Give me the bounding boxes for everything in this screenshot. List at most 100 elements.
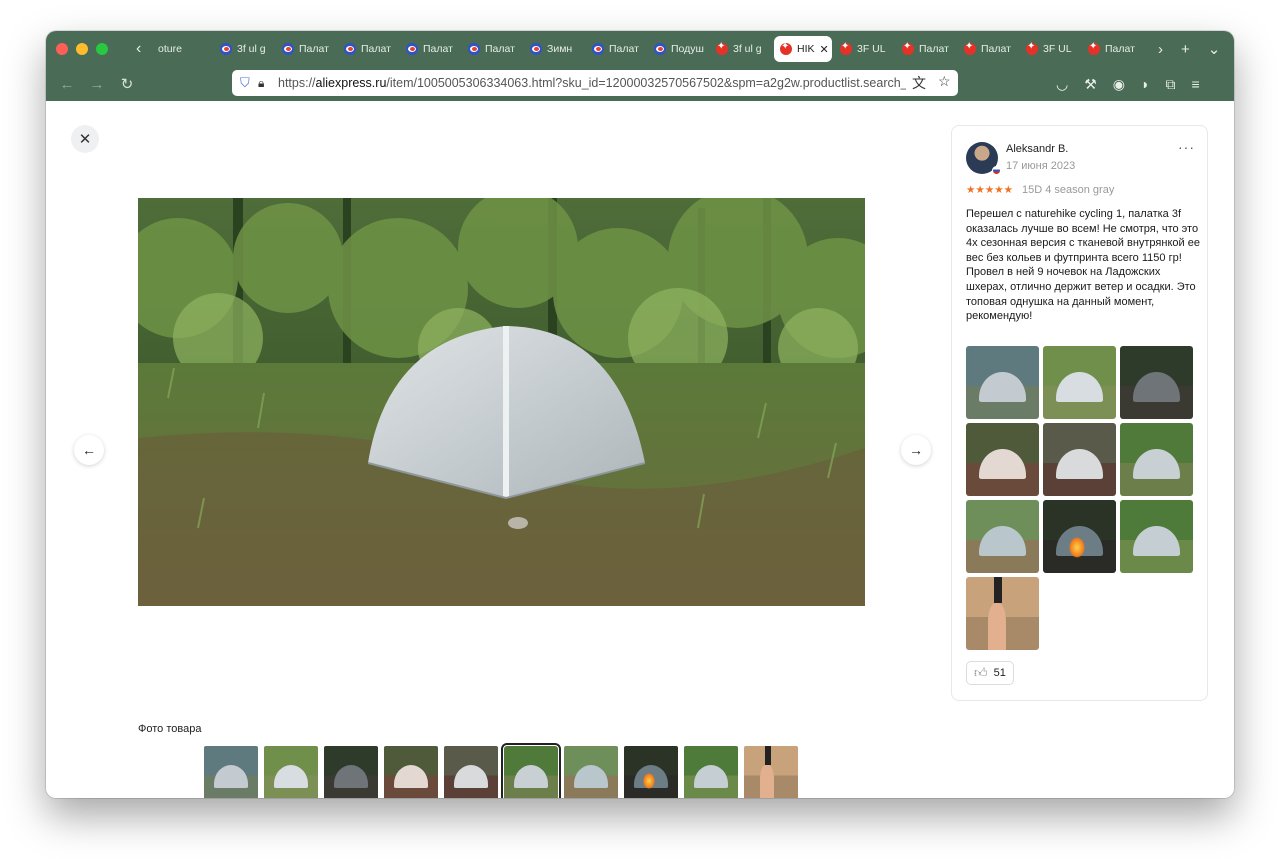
review-photo[interactable] bbox=[1043, 346, 1116, 419]
tab-3[interactable]: Палат bbox=[338, 36, 400, 62]
tab-5[interactable]: Палат bbox=[462, 36, 524, 62]
url-text[interactable]: https://aliexpress.ru/item/1005005306334… bbox=[278, 76, 906, 90]
photo-thumbnail[interactable] bbox=[684, 746, 738, 798]
aliexpress-favicon-icon bbox=[902, 41, 914, 55]
tab-7[interactable]: Палат bbox=[586, 36, 648, 62]
photo-scene bbox=[564, 746, 618, 798]
tracking-shield-icon[interactable]: ⛉ bbox=[240, 75, 258, 91]
tab-label: Палат bbox=[1105, 43, 1135, 55]
tab-6[interactable]: Зимн bbox=[524, 36, 586, 62]
review-photo[interactable] bbox=[966, 500, 1039, 573]
title-bar: ‹ oture 3f ul g Палат Палат Палат Палат Зимн Па… bbox=[46, 31, 1234, 67]
tab-label: Палат bbox=[361, 43, 391, 55]
tab-12[interactable]: Палат bbox=[896, 36, 958, 62]
review-author[interactable]: Aleksandr B. bbox=[1006, 143, 1068, 155]
photo-scene bbox=[444, 746, 498, 798]
tab-8[interactable]: Подуш bbox=[648, 36, 710, 62]
site-favicon-icon bbox=[654, 43, 666, 55]
tab-label: 3f ul g bbox=[733, 43, 762, 55]
tab-10[interactable]: HIK ✕ bbox=[774, 36, 832, 62]
pocket-icon[interactable]: ◡ bbox=[1056, 76, 1068, 93]
arrow-right-icon: → bbox=[909, 442, 923, 458]
photo-thumbnail[interactable] bbox=[624, 746, 678, 798]
tab-list-chevron-down-icon[interactable]: ⌄ bbox=[1208, 40, 1221, 58]
review-photo[interactable] bbox=[1043, 423, 1116, 496]
site-favicon-icon bbox=[530, 43, 542, 55]
photo-scene bbox=[966, 577, 1039, 650]
photo-thumbnail[interactable] bbox=[384, 746, 438, 798]
photo-thumbnail[interactable] bbox=[744, 746, 798, 798]
tab-label: Палат bbox=[485, 43, 515, 55]
address-bar[interactable]: ⛉ 🔒︎ https://aliexpress.ru/item/10050053… bbox=[232, 70, 958, 96]
photo-thumbnail[interactable] bbox=[264, 746, 318, 798]
review-photo[interactable] bbox=[1120, 346, 1193, 419]
account-icon[interactable]: ◉ bbox=[1113, 76, 1125, 93]
tab-strip: oture 3f ul g Палат Палат Палат Палат Зимн Пала… bbox=[152, 31, 1144, 67]
minimize-window-button[interactable] bbox=[76, 43, 88, 55]
tab-9[interactable]: 3f ul g bbox=[710, 36, 772, 62]
url-scheme: https:// bbox=[278, 76, 316, 90]
review-photo[interactable] bbox=[1120, 423, 1193, 496]
like-button[interactable]: 👍︎ 51 bbox=[966, 661, 1014, 685]
photo-thumbnail[interactable] bbox=[444, 746, 498, 798]
review-photo[interactable] bbox=[1120, 500, 1193, 573]
url-path: /item/1005005306334063.html?sku_id=12000… bbox=[386, 76, 906, 90]
tab-label: Палат bbox=[423, 43, 453, 55]
close-icon: ✕ bbox=[78, 131, 92, 148]
tabs-scroll-right-icon[interactable]: › bbox=[1158, 41, 1163, 58]
rating-stars: ★★★★★ bbox=[966, 184, 1014, 196]
country-flag-icon bbox=[992, 166, 1001, 175]
aliexpress-favicon-icon bbox=[780, 41, 792, 55]
tabs-scroll-left-icon[interactable]: ‹ bbox=[136, 40, 150, 58]
bookmark-star-icon[interactable]: ☆ bbox=[938, 73, 951, 93]
close-window-button[interactable] bbox=[56, 43, 68, 55]
aliexpress-favicon-icon bbox=[1088, 41, 1100, 55]
photo-scene bbox=[966, 423, 1039, 496]
tab-11[interactable]: 3F UL bbox=[834, 36, 896, 62]
photo-thumbnail[interactable] bbox=[564, 746, 618, 798]
wrench-icon[interactable]: ⚒ bbox=[1084, 76, 1097, 93]
menu-icon[interactable]: ≡ bbox=[1191, 76, 1199, 92]
tab-4[interactable]: Палат bbox=[400, 36, 462, 62]
product-variant: 15D 4 season gray bbox=[1022, 184, 1115, 196]
previous-photo-button[interactable]: ← bbox=[74, 435, 104, 465]
review-photo[interactable] bbox=[966, 346, 1039, 419]
photo-thumbnail[interactable] bbox=[324, 746, 378, 798]
next-photo-button[interactable]: → bbox=[901, 435, 931, 465]
photo-scene bbox=[1120, 500, 1193, 573]
back-arrow-icon[interactable]: ← bbox=[52, 76, 82, 93]
tab-label: 3F UL bbox=[1043, 43, 1072, 55]
tab-controls: › + ⌄ bbox=[1158, 40, 1221, 59]
tab-13[interactable]: Палат bbox=[958, 36, 1020, 62]
aliexpress-favicon-icon bbox=[1026, 41, 1038, 55]
photo-thumbnail[interactable] bbox=[204, 746, 258, 798]
forward-arrow-icon[interactable]: → bbox=[82, 76, 112, 93]
zoom-window-button[interactable] bbox=[96, 43, 108, 55]
tab-2[interactable]: Палат bbox=[276, 36, 338, 62]
tab-label: 3F UL bbox=[857, 43, 886, 55]
site-favicon-icon bbox=[406, 43, 418, 55]
thumbs-up-icon: 👍︎ bbox=[974, 665, 988, 680]
extensions-icon[interactable]: ⧉ bbox=[1165, 76, 1175, 93]
tab-0[interactable]: oture bbox=[152, 36, 214, 62]
close-viewer-button[interactable]: ✕ bbox=[71, 125, 99, 153]
ublock-shield-icon[interactable]: ◗ bbox=[1141, 76, 1149, 92]
photo-thumbnail[interactable] bbox=[501, 743, 561, 798]
photo-scene bbox=[384, 746, 438, 798]
review-photo[interactable] bbox=[966, 423, 1039, 496]
new-tab-icon[interactable]: + bbox=[1181, 41, 1190, 58]
tab-label: oture bbox=[158, 43, 182, 55]
url-actions: 文 ☆ bbox=[912, 73, 951, 93]
tab-1[interactable]: 3f ul g bbox=[214, 36, 276, 62]
aliexpress-favicon-icon bbox=[840, 41, 852, 55]
lock-icon[interactable]: 🔒︎ bbox=[258, 76, 278, 91]
tab-14[interactable]: 3F UL bbox=[1020, 36, 1082, 62]
more-options-icon[interactable]: ··· bbox=[1178, 139, 1195, 155]
review-photo[interactable] bbox=[966, 577, 1039, 650]
close-tab-icon[interactable]: ✕ bbox=[820, 43, 829, 56]
review-photo[interactable] bbox=[1043, 500, 1116, 573]
tab-15[interactable]: Палат bbox=[1082, 36, 1144, 62]
translate-icon[interactable]: 文 bbox=[912, 73, 926, 93]
photo-scene bbox=[1043, 500, 1116, 573]
reload-icon[interactable]: ↻ bbox=[112, 75, 142, 93]
